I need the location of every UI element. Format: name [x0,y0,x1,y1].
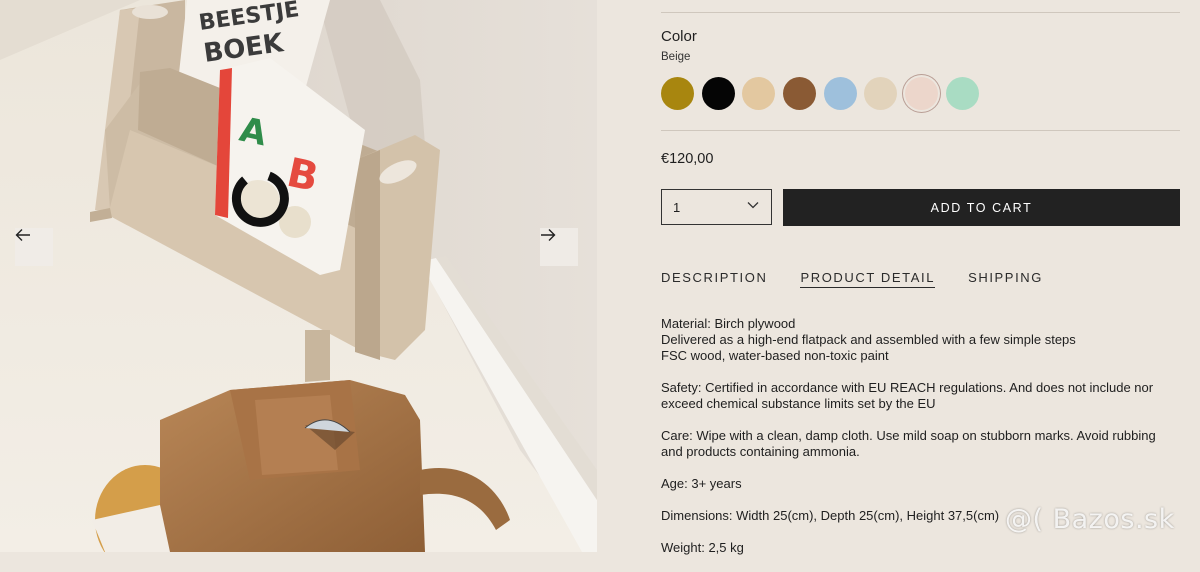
selected-color-name: Beige [661,51,691,63]
detail-weight: Weight: 2,5 kg [661,540,744,555]
color-swatch-mint[interactable] [945,77,979,110]
color-swatch-pink[interactable] [905,77,939,110]
product-image-gallery: BEESTJE BOEK A B [0,0,597,552]
color-label: Color [661,28,697,45]
quantity-select[interactable]: 1 [661,189,772,225]
detail-care: Care: Wipe with a clean, damp cloth. Use… [661,428,1156,459]
quantity-value: 1 [673,199,681,215]
detail-delivery: Delivered as a high-end flatpack and ass… [661,332,1076,347]
detail-material: Material: Birch plywood [661,316,796,331]
color-swatch-list [661,77,987,110]
product-photo: BEESTJE BOEK A B [0,0,597,552]
next-image-button[interactable] [540,228,578,266]
color-swatch-black[interactable] [701,77,735,110]
detail-fsc: FSC wood, water-based non-toxic paint [661,348,889,363]
tab-product-detail[interactable]: PRODUCT DETAIL [800,270,936,288]
previous-image-button[interactable] [15,228,53,266]
product-info-panel: Color Beige €120,00 1 ADD TO CART DESCRI… [661,0,1181,555]
detail-age: Age: 3+ years [661,476,742,491]
divider [661,130,1180,131]
color-swatch-natural[interactable] [742,77,776,110]
chevron-down-icon [747,202,759,209]
detail-safety: Safety: Certified in accordance with EU … [661,380,1154,411]
color-swatch-blue[interactable] [823,77,857,110]
tab-description[interactable]: DESCRIPTION [661,270,767,288]
color-swatch-beige-wood[interactable] [864,77,898,110]
watermark: @( Bazos.sk [1005,504,1175,535]
tab-shipping[interactable]: SHIPPING [968,270,1043,288]
add-to-cart-button[interactable]: ADD TO CART [783,189,1180,226]
arrow-left-icon [15,229,30,241]
product-tabs: DESCRIPTION PRODUCT DETAIL SHIPPING [661,270,1076,288]
color-swatch-mustard[interactable] [661,77,694,110]
product-price: €120,00 [661,151,714,167]
color-swatch-brown[interactable] [783,77,817,110]
arrow-right-icon [541,229,556,241]
divider [661,12,1180,13]
